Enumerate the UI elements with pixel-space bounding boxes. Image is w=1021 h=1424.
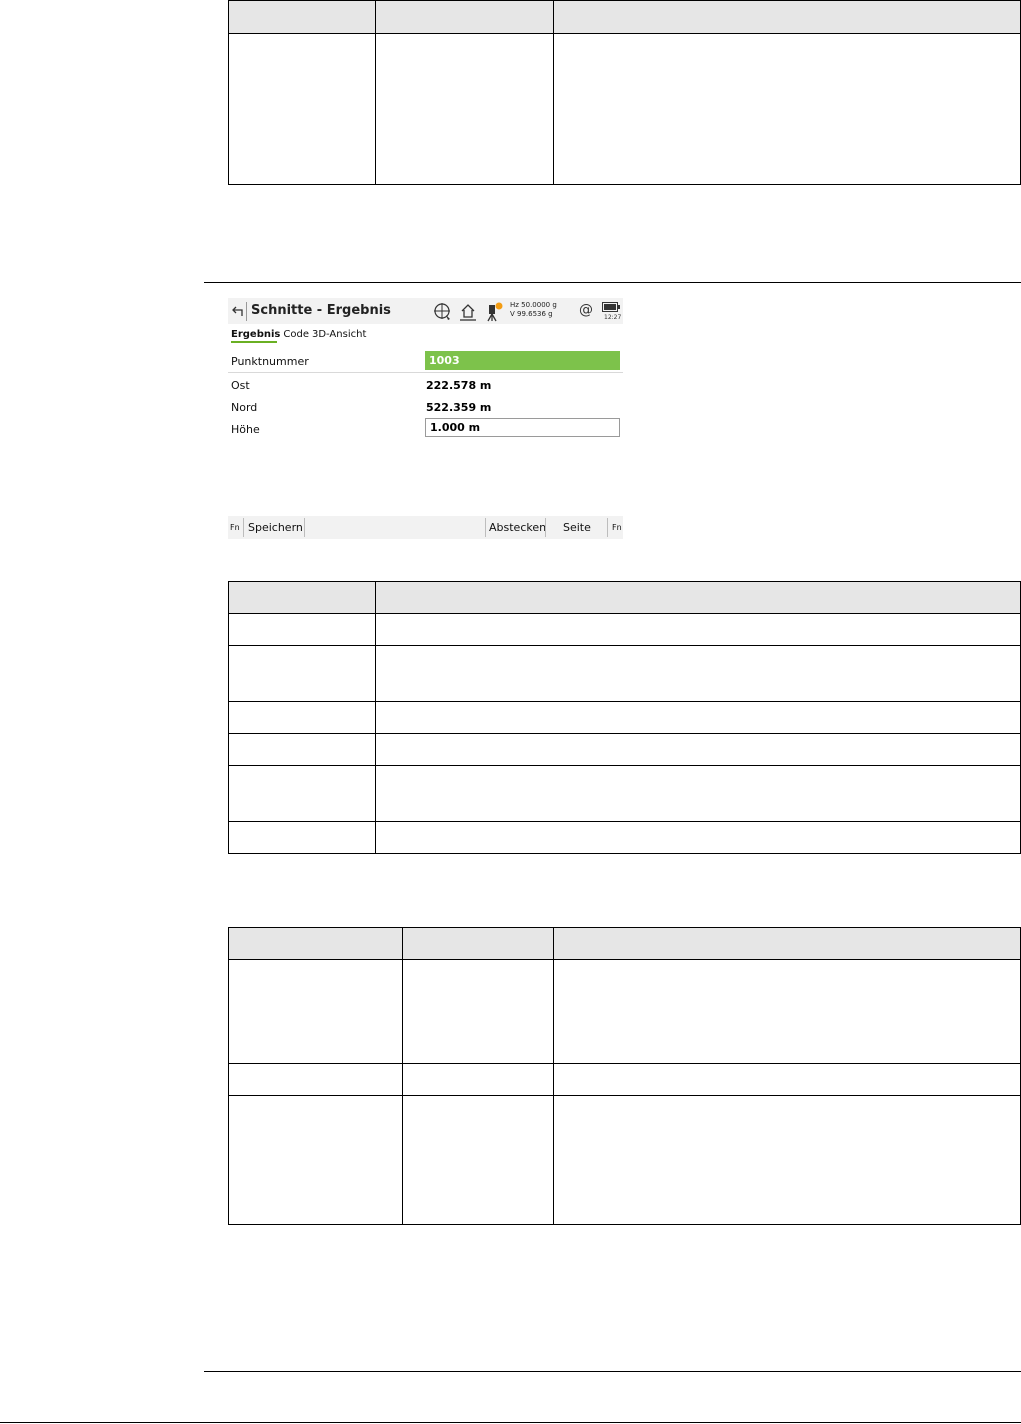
table-row <box>228 1063 1021 1096</box>
fn-left-key[interactable]: Fn <box>230 516 240 539</box>
softkey-divider <box>545 518 546 537</box>
table-header-cell <box>228 927 403 960</box>
field-divider <box>228 372 623 373</box>
softkey-divider <box>607 518 608 537</box>
softkey-divider <box>304 518 305 537</box>
table-row <box>228 33 1021 185</box>
tab-bar: Ergebnis Code 3D-Ansicht <box>231 329 369 340</box>
table-header-cell <box>228 581 376 614</box>
table-row <box>228 733 1021 766</box>
table-header-cell <box>553 0 1021 34</box>
table-row <box>228 765 1021 822</box>
angle-readout: Hz 50.0000 g V 99.6536 g <box>510 301 557 319</box>
clock-readout: 12:27 <box>604 314 622 321</box>
table-bottom <box>228 927 1021 1225</box>
table-row <box>228 613 1021 646</box>
table-middle <box>228 581 1021 854</box>
table-header-cell <box>553 927 1021 960</box>
fn-right-key[interactable]: Fn <box>612 516 622 539</box>
table-row <box>228 959 1021 1064</box>
active-tab-indicator <box>231 341 277 343</box>
title-bar: Schnitte - Ergebnis Hz 50.0000 g V 99.65… <box>228 298 623 324</box>
instrument-warning-icon[interactable] <box>484 302 504 322</box>
table-row <box>228 701 1021 734</box>
softkey-divider <box>243 518 244 537</box>
page-title: Schnitte - Ergebnis <box>251 303 391 318</box>
table-row <box>228 645 1021 702</box>
tab-code[interactable]: Code <box>283 329 309 340</box>
station-height-icon[interactable] <box>459 302 477 322</box>
seite-button[interactable]: Seite <box>563 516 591 539</box>
hz-readout: Hz 50.0000 g <box>510 301 557 309</box>
tab-3d-ansicht[interactable]: 3D-Ansicht <box>312 329 366 340</box>
softkey-divider <box>485 518 486 537</box>
footer-rule <box>204 1371 1021 1372</box>
punktnummer-field[interactable]: 1003 <box>425 351 620 370</box>
table-row <box>228 1095 1021 1225</box>
hoehe-field[interactable]: 1.000 m <box>425 418 620 437</box>
table-header-cell <box>228 0 376 34</box>
nord-value: 522.359 m <box>426 401 492 414</box>
table-row <box>228 821 1021 854</box>
punktnummer-label: Punktnummer <box>231 355 309 368</box>
section-rule <box>204 282 1021 283</box>
at-icon[interactable]: @ <box>579 302 593 318</box>
tab-ergebnis[interactable]: Ergebnis <box>231 329 280 340</box>
battery-icon <box>602 302 620 312</box>
ost-value: 222.578 m <box>426 379 492 392</box>
back-arrow-icon[interactable] <box>231 305 245 317</box>
title-divider <box>246 302 247 321</box>
speichern-button[interactable]: Speichern <box>248 516 303 539</box>
v-readout: V 99.6536 g <box>510 310 553 318</box>
hoehe-label: Höhe <box>231 423 260 436</box>
table-top <box>228 0 1021 185</box>
table-header-cell <box>375 0 554 34</box>
nord-label: Nord <box>231 401 258 414</box>
ost-label: Ost <box>231 379 250 392</box>
table-header-cell <box>402 927 554 960</box>
target-crosshair-icon[interactable] <box>433 302 453 322</box>
table-header-cell <box>375 581 1021 614</box>
device-screen: Schnitte - Ergebnis Hz 50.0000 g V 99.65… <box>228 296 623 539</box>
softkey-bar: Fn Speichern Abstecken Seite Fn <box>228 516 623 539</box>
abstecken-button[interactable]: Abstecken <box>489 516 546 539</box>
page-bottom-rule <box>0 1422 1021 1423</box>
